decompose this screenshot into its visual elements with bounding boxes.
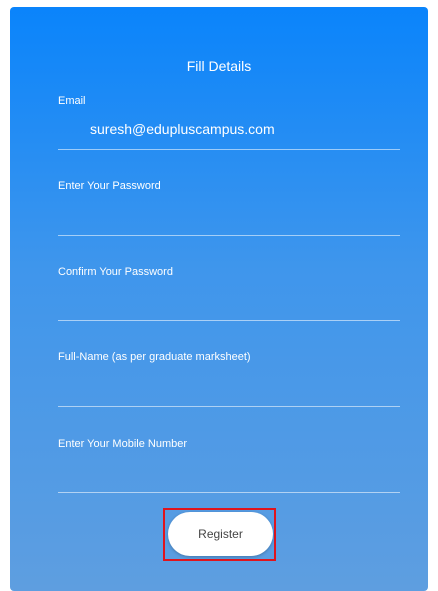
mobile-number-label: Enter Your Mobile Number bbox=[58, 438, 188, 450]
password-underline bbox=[58, 235, 400, 236]
email-label: Email bbox=[58, 95, 86, 107]
full-name-underline bbox=[58, 406, 400, 407]
full-name-field[interactable] bbox=[90, 377, 390, 397]
full-name-label: Full-Name (as per graduate marksheet) bbox=[58, 351, 251, 363]
register-button[interactable]: Register bbox=[168, 512, 273, 556]
password-label: Enter Your Password bbox=[58, 180, 161, 192]
password-field[interactable] bbox=[90, 206, 390, 226]
form-title: Fill Details bbox=[186, 58, 252, 74]
registration-card: Fill Details Email suresh@edupluscampus.… bbox=[10, 7, 428, 591]
email-field[interactable]: suresh@edupluscampus.com bbox=[90, 121, 275, 137]
email-underline bbox=[58, 149, 400, 150]
confirm-password-field[interactable] bbox=[90, 292, 390, 312]
confirm-password-label: Confirm Your Password bbox=[58, 266, 173, 278]
mobile-number-underline bbox=[58, 492, 400, 493]
mobile-number-field[interactable] bbox=[90, 463, 390, 483]
confirm-password-underline bbox=[58, 320, 400, 321]
